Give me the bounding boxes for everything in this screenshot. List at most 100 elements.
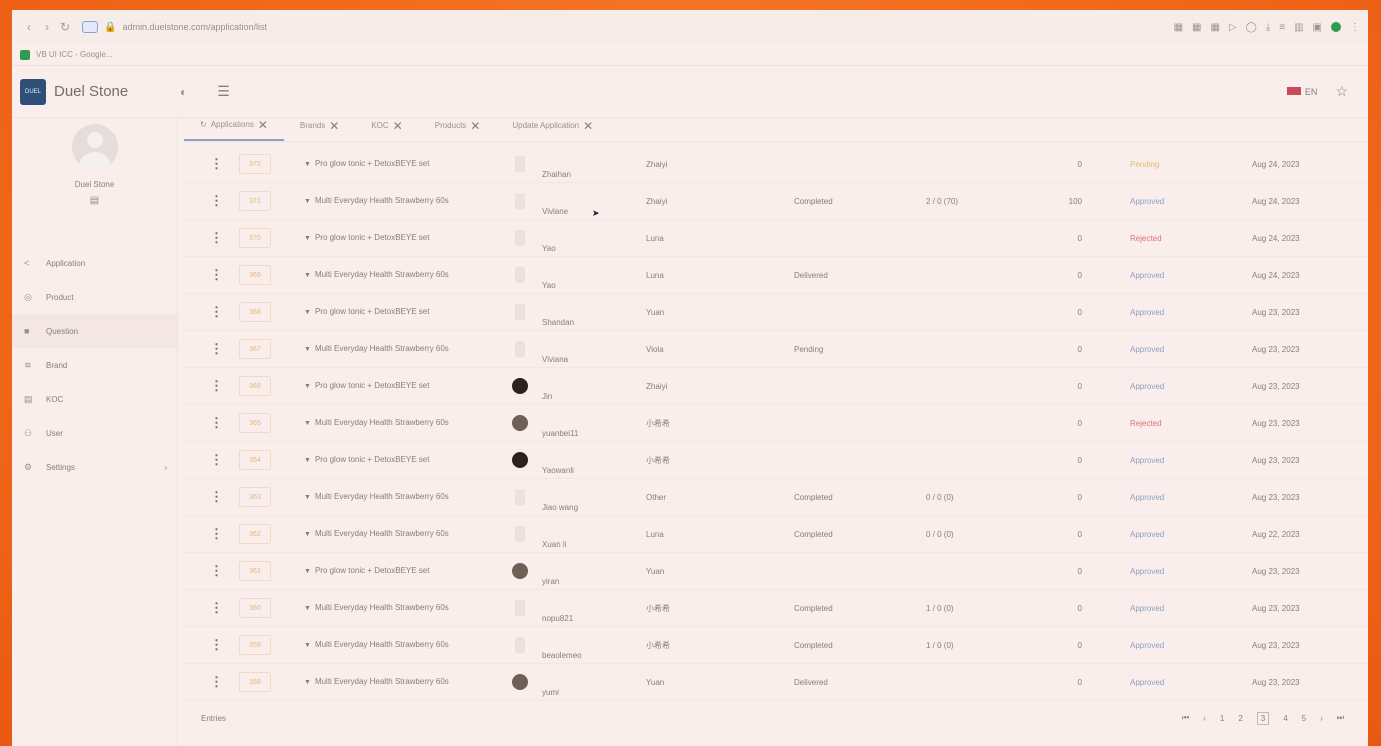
table-row[interactable]: ⋮ 362 ▼ Multi Everyday Health Strawberry 60… [184,516,1368,553]
chevron-down-icon[interactable]: ▼ [304,642,311,649]
row-actions-icon[interactable]: ⋮ [210,405,223,441]
product-name[interactable]: Multi Everyday Health Strawberry 60s [315,343,449,355]
refresh-icon[interactable]: ↻ [200,120,207,129]
hamburger-menu-icon[interactable]: ☰ [217,83,230,100]
table-row[interactable]: ⋮ 364 ▼ Pro glow tonic + DetoxBEYE set Yaowa… [184,442,1368,479]
sidebar-item-brand[interactable]: ≋ Brand [12,348,177,382]
row-actions-icon[interactable]: ⋮ [210,553,223,589]
extension-icon[interactable]: ≡ [1279,22,1285,33]
star-icon[interactable]: ☆ [1335,83,1348,100]
chevron-down-icon[interactable]: ▼ [304,605,311,612]
address-bar[interactable]: 🔒 admin.duelstone.com/application/list [82,21,267,33]
page-number[interactable]: 5 [1302,714,1306,723]
table-row[interactable]: ⋮ 369 ▼ Multi Everyday Health Strawberry 60… [184,257,1368,294]
row-actions-icon[interactable]: ⋮ [210,331,223,367]
product-name[interactable]: Multi Everyday Health Strawberry 60s [315,528,449,540]
application-id[interactable]: 372 [239,154,271,174]
table-row[interactable]: ⋮ 361 ▼ Pro glow tonic + DetoxBEYE set yiran… [184,553,1368,590]
extension-icon[interactable]: ▦ [1210,22,1219,33]
page-number[interactable]: 1 [1220,714,1224,723]
chevron-down-icon[interactable]: ▼ [304,679,311,686]
profile-menu-icon[interactable]: ▤ [12,195,177,206]
profile-icon[interactable] [1331,22,1341,32]
application-id[interactable]: 367 [239,339,271,359]
application-id[interactable]: 362 [239,524,271,544]
product-name[interactable]: Multi Everyday Health Strawberry 60s [315,195,449,207]
product-name[interactable]: Pro glow tonic + DetoxBEYE set [315,232,430,244]
next-page-icon[interactable]: › [1320,714,1323,723]
row-actions-icon[interactable]: ⋮ [210,664,223,700]
chevron-down-icon[interactable]: ▼ [304,457,311,464]
extension-icon[interactable]: ▦ [1192,22,1201,33]
application-id[interactable]: 370 [239,228,271,248]
chevron-down-icon[interactable]: ▼ [304,346,311,353]
application-id[interactable]: 371 [239,191,271,211]
chevron-down-icon[interactable]: ▼ [304,568,311,575]
application-id[interactable]: 361 [239,561,271,581]
chevron-down-icon[interactable]: ▼ [304,420,311,427]
url-text[interactable]: admin.duelstone.com/application/list [122,22,267,32]
extension-icon[interactable]: ▦ [1174,22,1183,33]
language-selector[interactable]: EN [1286,86,1317,97]
tab-brands[interactable]: Brands ✕ [284,110,355,141]
last-page-icon[interactable]: ⏭ [1337,713,1344,723]
extension-icon[interactable]: ▥ [1294,22,1303,33]
table-row[interactable]: ⋮ 366 ▼ Pro glow tonic + DetoxBEYE set Jin Zh… [184,368,1368,405]
close-tab-icon[interactable]: ✕ [583,119,593,133]
close-tab-icon[interactable]: ✕ [470,119,480,133]
reload-icon[interactable]: ↻ [56,20,74,34]
tab-update-application[interactable]: Update Application ✕ [496,110,609,141]
application-id[interactable]: 360 [239,598,271,618]
product-name[interactable]: Multi Everyday Health Strawberry 60s [315,269,449,281]
application-id[interactable]: 358 [239,672,271,692]
sidebar-item-koc[interactable]: ▤ KOC [12,382,177,416]
close-tab-icon[interactable]: ✕ [329,119,339,133]
application-id[interactable]: 368 [239,302,271,322]
row-actions-icon[interactable]: ⋮ [210,516,223,552]
row-actions-icon[interactable]: ⋮ [210,479,223,515]
row-actions-icon[interactable]: ⋮ [210,590,223,626]
row-actions-icon[interactable]: ⋮ [210,257,223,293]
tab-applications[interactable]: ↻ Applications ✕ [184,110,284,141]
extension-icon[interactable]: ▣ [1313,22,1322,33]
chevron-down-icon[interactable]: ▼ [304,272,311,279]
table-row[interactable]: ⋮ 360 ▼ Multi Everyday Health Strawberry 60… [184,590,1368,627]
product-name[interactable]: Pro glow tonic + DetoxBEYE set [315,380,430,392]
close-tab-icon[interactable]: ✕ [393,119,403,133]
row-actions-icon[interactable]: ⋮ [210,146,223,182]
table-row[interactable]: ⋮ 363 ▼ Multi Everyday Health Strawberry 60… [184,479,1368,516]
user-name[interactable]: yumi [542,664,559,710]
bookmark-link[interactable]: VB UI ICC - Google... [36,50,112,59]
table-row[interactable]: ⋮ 359 ▼ Multi Everyday Health Strawberry 60… [184,627,1368,664]
row-actions-icon[interactable]: ⋮ [210,294,223,330]
row-actions-icon[interactable]: ⋮ [210,368,223,404]
table-row[interactable]: ⋮ 371 ▼ Multi Everyday Health Strawberry 60… [184,183,1368,220]
page-number[interactable]: 2 [1238,714,1242,723]
application-id[interactable]: 359 [239,635,271,655]
product-name[interactable]: Multi Everyday Health Strawberry 60s [315,491,449,503]
chevron-down-icon[interactable]: ▼ [304,383,311,390]
chevron-down-icon[interactable]: ▼ [304,494,311,501]
chevron-down-icon[interactable]: ▼ [304,161,311,168]
chevron-down-icon[interactable]: ▼ [304,309,311,316]
application-id[interactable]: 365 [239,413,271,433]
sidebar-item-application[interactable]: < Application [12,246,177,280]
table-row[interactable]: ⋮ 358 ▼ Multi Everyday Health Strawberry 60… [184,664,1368,701]
row-actions-icon[interactable]: ⋮ [210,442,223,478]
table-row[interactable]: ⋮ 367 ▼ Multi Everyday Health Strawberry 60… [184,331,1368,368]
application-id[interactable]: 363 [239,487,271,507]
close-tab-icon[interactable]: ✕ [258,118,268,132]
product-name[interactable]: Multi Everyday Health Strawberry 60s [315,676,449,688]
application-id[interactable]: 366 [239,376,271,396]
back-icon[interactable]: ‹ [20,20,38,34]
chevron-down-icon[interactable]: ▼ [304,198,311,205]
table-row[interactable]: ⋮ 365 ▼ Multi Everyday Health Strawberry 60… [184,405,1368,442]
table-row[interactable]: ⋮ 368 ▼ Pro glow tonic + DetoxBEYE set Shand… [184,294,1368,331]
product-name[interactable]: Pro glow tonic + DetoxBEYE set [315,454,430,466]
product-name[interactable]: Multi Everyday Health Strawberry 60s [315,602,449,614]
product-name[interactable]: Pro glow tonic + DetoxBEYE set [315,565,430,577]
product-name[interactable]: Multi Everyday Health Strawberry 60s [315,417,449,429]
play-icon[interactable]: ▷ [1229,22,1237,33]
forward-icon[interactable]: › [38,20,56,34]
product-name[interactable]: Pro glow tonic + DetoxBEYE set [315,306,430,318]
